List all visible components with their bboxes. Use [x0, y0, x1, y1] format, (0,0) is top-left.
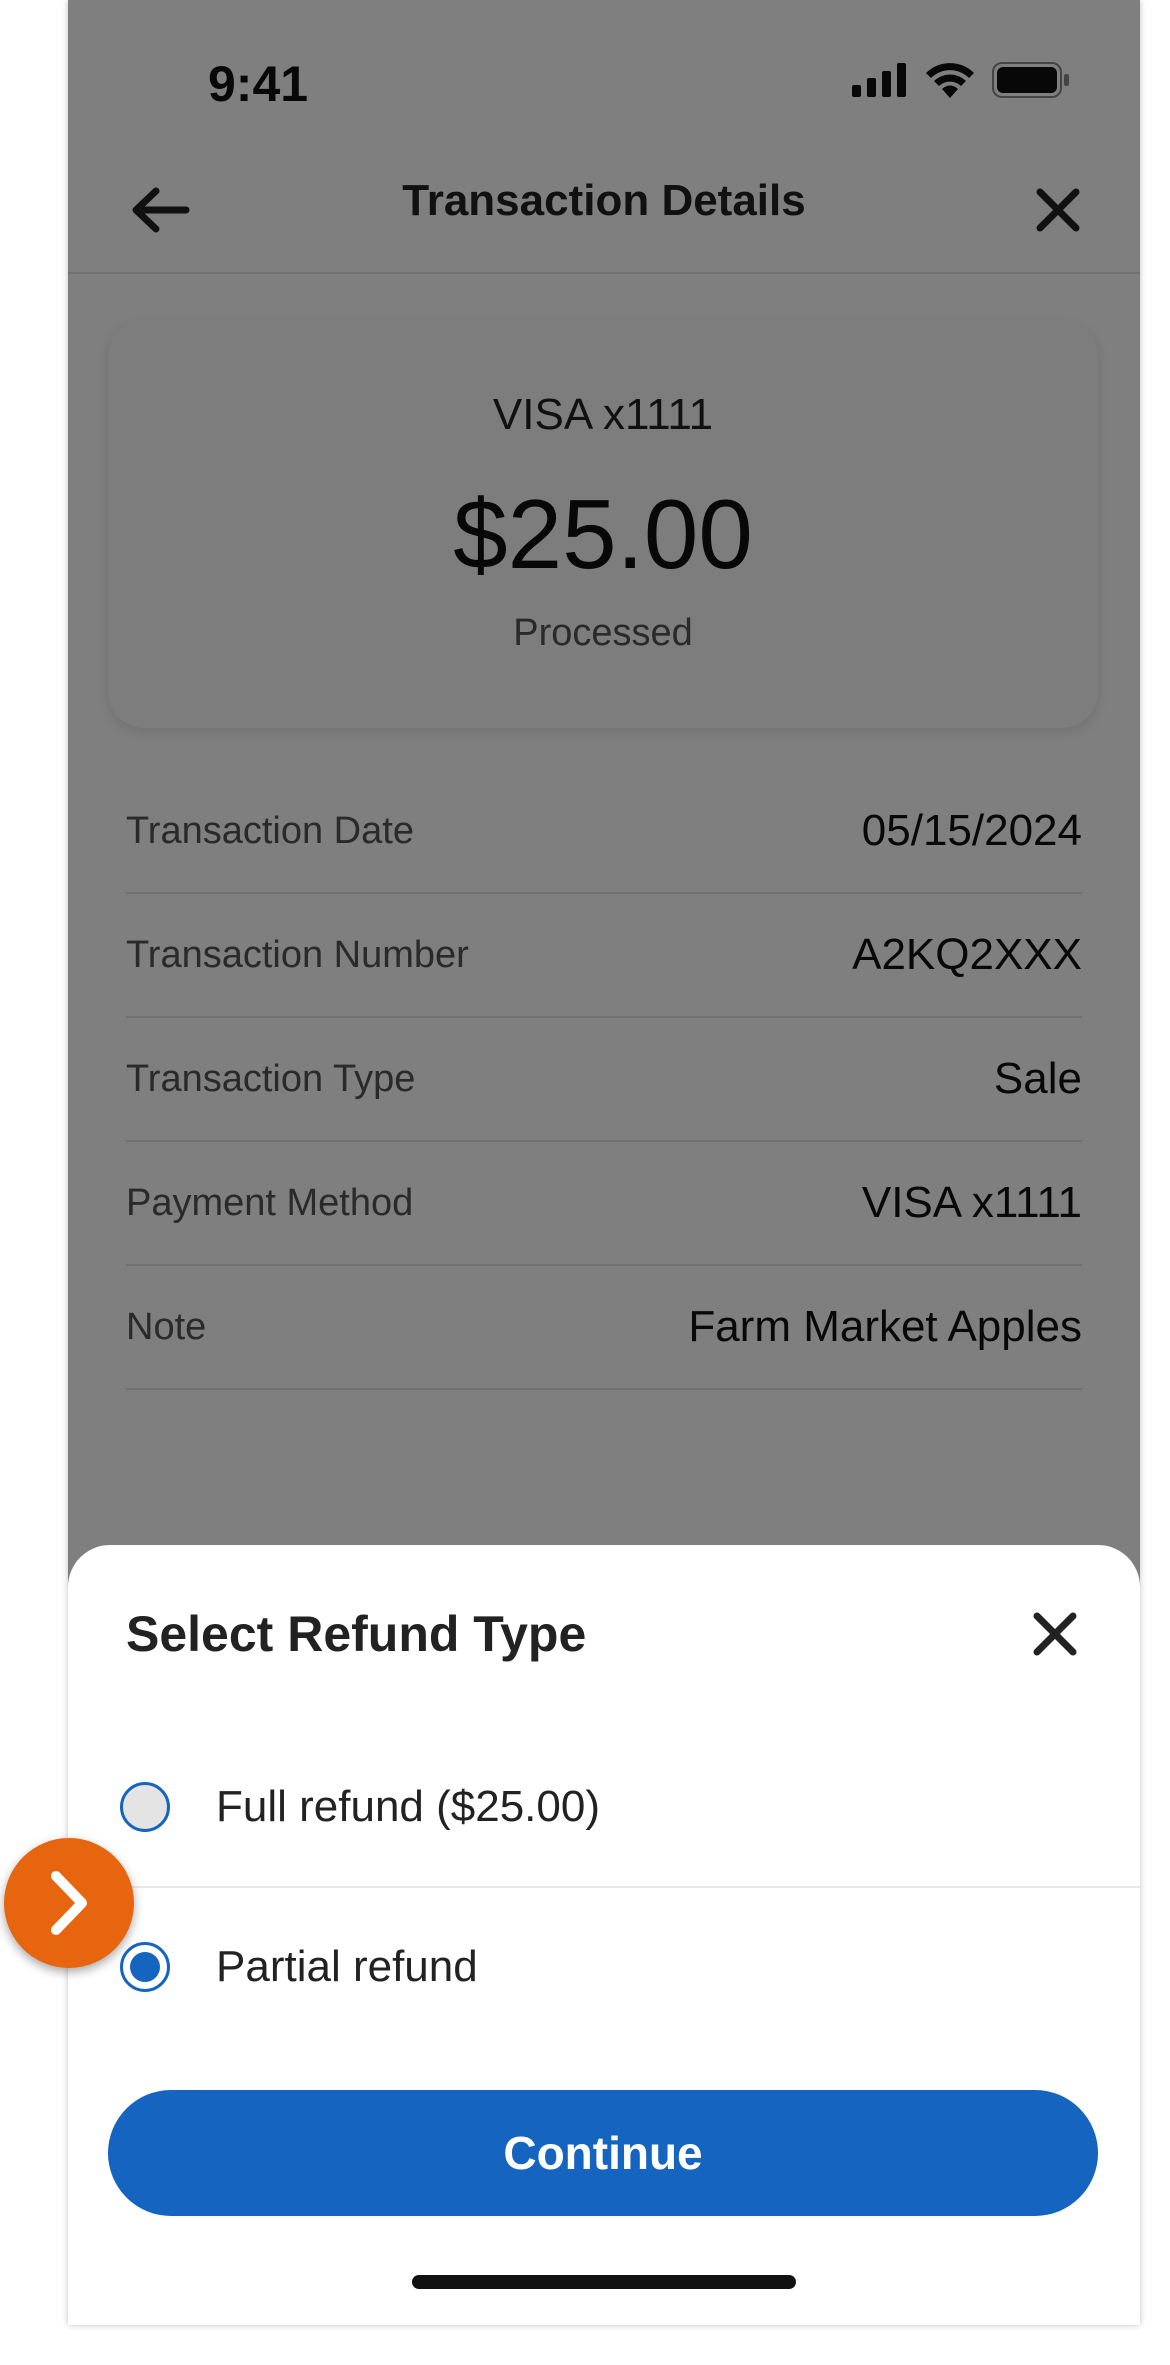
guide-pointer: [4, 1838, 134, 1968]
chevron-right-icon: [51, 1871, 87, 1935]
full-refund-radio[interactable]: [120, 1782, 170, 1832]
close-icon: [1033, 1612, 1077, 1656]
home-indicator: [412, 2275, 796, 2289]
continue-button[interactable]: Continue: [108, 2090, 1098, 2216]
refund-type-sheet: Select Refund Type Full refund ($25.00) …: [68, 1545, 1140, 2325]
sheet-close-button[interactable]: [1018, 1597, 1092, 1671]
option-label: Partial refund: [216, 1942, 478, 1991]
option-label: Full refund ($25.00): [216, 1782, 600, 1831]
partial-refund-radio[interactable]: [120, 1942, 170, 1992]
phone-screen: 9:41 Transaction Details: [68, 0, 1140, 2325]
partial-refund-option[interactable]: Partial refund: [68, 1888, 1140, 2046]
full-refund-option[interactable]: Full refund ($25.00): [68, 1728, 1140, 1888]
sheet-title: Select Refund Type: [126, 1606, 587, 1662]
